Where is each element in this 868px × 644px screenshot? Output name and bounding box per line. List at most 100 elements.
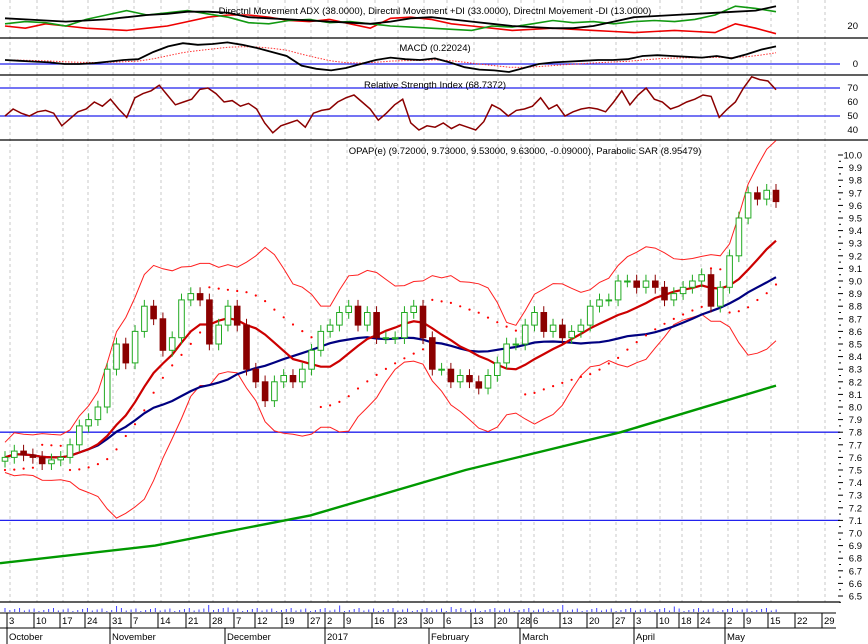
date-label: 28	[212, 616, 223, 627]
date-label: 17	[62, 616, 73, 627]
sar-dot	[31, 466, 34, 469]
candle-body	[382, 337, 390, 340]
candle-body	[206, 299, 213, 345]
rsi-title: Relative Strength Index (68.7372)	[364, 80, 506, 91]
sar-dot	[617, 356, 620, 359]
price-axis-label: 8.3	[849, 365, 862, 376]
sar-dot	[644, 334, 648, 337]
sar-dot	[78, 468, 81, 471]
sar-dot	[3, 468, 7, 472]
month-label: October	[9, 632, 43, 643]
month-label: 2017	[327, 632, 348, 643]
sar-dot	[737, 310, 740, 313]
candle-body	[456, 375, 464, 383]
price-axis-label: 6.7	[849, 566, 862, 577]
sar-dot	[607, 362, 610, 365]
sar-dot	[514, 329, 518, 332]
sar-dot	[626, 348, 629, 351]
candle-body	[252, 368, 260, 383]
sar-dot	[171, 364, 174, 367]
sar-dot	[635, 341, 638, 344]
month-label: March	[522, 632, 548, 643]
sar-dot	[226, 288, 229, 291]
date-label: 28	[520, 616, 531, 627]
candle-body	[317, 330, 325, 351]
candle-body	[299, 368, 306, 383]
price-axis-label: 8.2	[849, 377, 862, 388]
date-label: 18	[681, 616, 692, 627]
date-label: 13	[473, 616, 484, 627]
sar-dot	[533, 391, 536, 394]
candle-body	[38, 456, 46, 465]
candle-body	[20, 450, 27, 456]
price-axis-label: 8.8	[849, 302, 862, 313]
sar-dot	[682, 313, 685, 316]
candle-body	[85, 419, 92, 427]
sar-dot	[412, 352, 415, 355]
sar-dot	[152, 391, 155, 394]
sar-dot	[700, 305, 703, 308]
candle-body	[196, 293, 204, 301]
price-axis-label: 8.9	[849, 289, 862, 300]
rsi-axis-label: 50	[847, 111, 858, 122]
candle-body	[373, 312, 380, 339]
macd-title: MACD (0.22024)	[399, 43, 470, 54]
stock-chart: 70605040 10.09.99.89.79.69.59.49.39.29.1…	[0, 0, 868, 644]
date-label: 9	[346, 616, 351, 627]
price-axis-label: 9.7	[849, 188, 862, 199]
candle-body	[1, 456, 9, 462]
sar-dot	[41, 443, 44, 446]
candle-body	[633, 280, 641, 288]
sar-dot	[124, 434, 127, 438]
date-label: 29	[824, 616, 835, 627]
sar-dot	[291, 323, 295, 326]
rsi-axis-label: 60	[847, 97, 858, 108]
date-label: 6	[533, 616, 538, 627]
price-axis-label: 6.5	[849, 592, 862, 603]
sar-dot	[774, 283, 778, 286]
sar-dot	[208, 286, 211, 289]
date-label: 24	[87, 616, 98, 627]
candle-body	[308, 349, 315, 370]
sar-dot	[384, 367, 387, 370]
price-axis-label: 8.7	[849, 314, 862, 325]
candle-body	[763, 189, 771, 200]
sar-dot	[282, 316, 285, 319]
candle-body	[698, 274, 706, 282]
candle-body	[345, 305, 352, 314]
sar-dot	[133, 423, 137, 426]
sar-dot	[143, 409, 146, 412]
candle-body	[178, 299, 185, 339]
sar-dot	[329, 404, 332, 407]
date-label: 2	[327, 616, 332, 627]
rsi-axis-label: 40	[847, 125, 858, 136]
date-label: 22	[797, 616, 808, 627]
date-label: 31	[112, 616, 123, 627]
price-axis-label: 6.8	[849, 554, 862, 565]
sar-dot	[663, 322, 666, 325]
sar-dot	[347, 395, 350, 398]
rsi-axis-label: 70	[847, 83, 858, 94]
candle-body	[735, 217, 743, 257]
sar-dot	[598, 368, 601, 371]
candle-body	[233, 305, 241, 326]
candle-body	[429, 337, 436, 370]
sar-dot	[654, 328, 657, 331]
candle-body	[168, 337, 176, 351]
sar-dot	[672, 317, 675, 320]
sar-dot	[394, 362, 397, 365]
month-label: February	[431, 632, 469, 643]
date-label: 9	[746, 616, 751, 627]
price-panel	[0, 140, 840, 565]
candle-body	[549, 324, 557, 332]
sar-dot	[728, 311, 731, 314]
date-label: 24	[700, 616, 711, 627]
date-label: 10	[659, 616, 670, 627]
candle-body	[401, 312, 408, 339]
date-label: 6	[446, 616, 451, 627]
date-label: 13	[562, 616, 573, 627]
candle-body	[159, 318, 167, 351]
price-axis-label: 8.4	[849, 352, 862, 363]
sar-dot	[264, 300, 267, 303]
price-axis-label: 8.6	[849, 327, 862, 338]
